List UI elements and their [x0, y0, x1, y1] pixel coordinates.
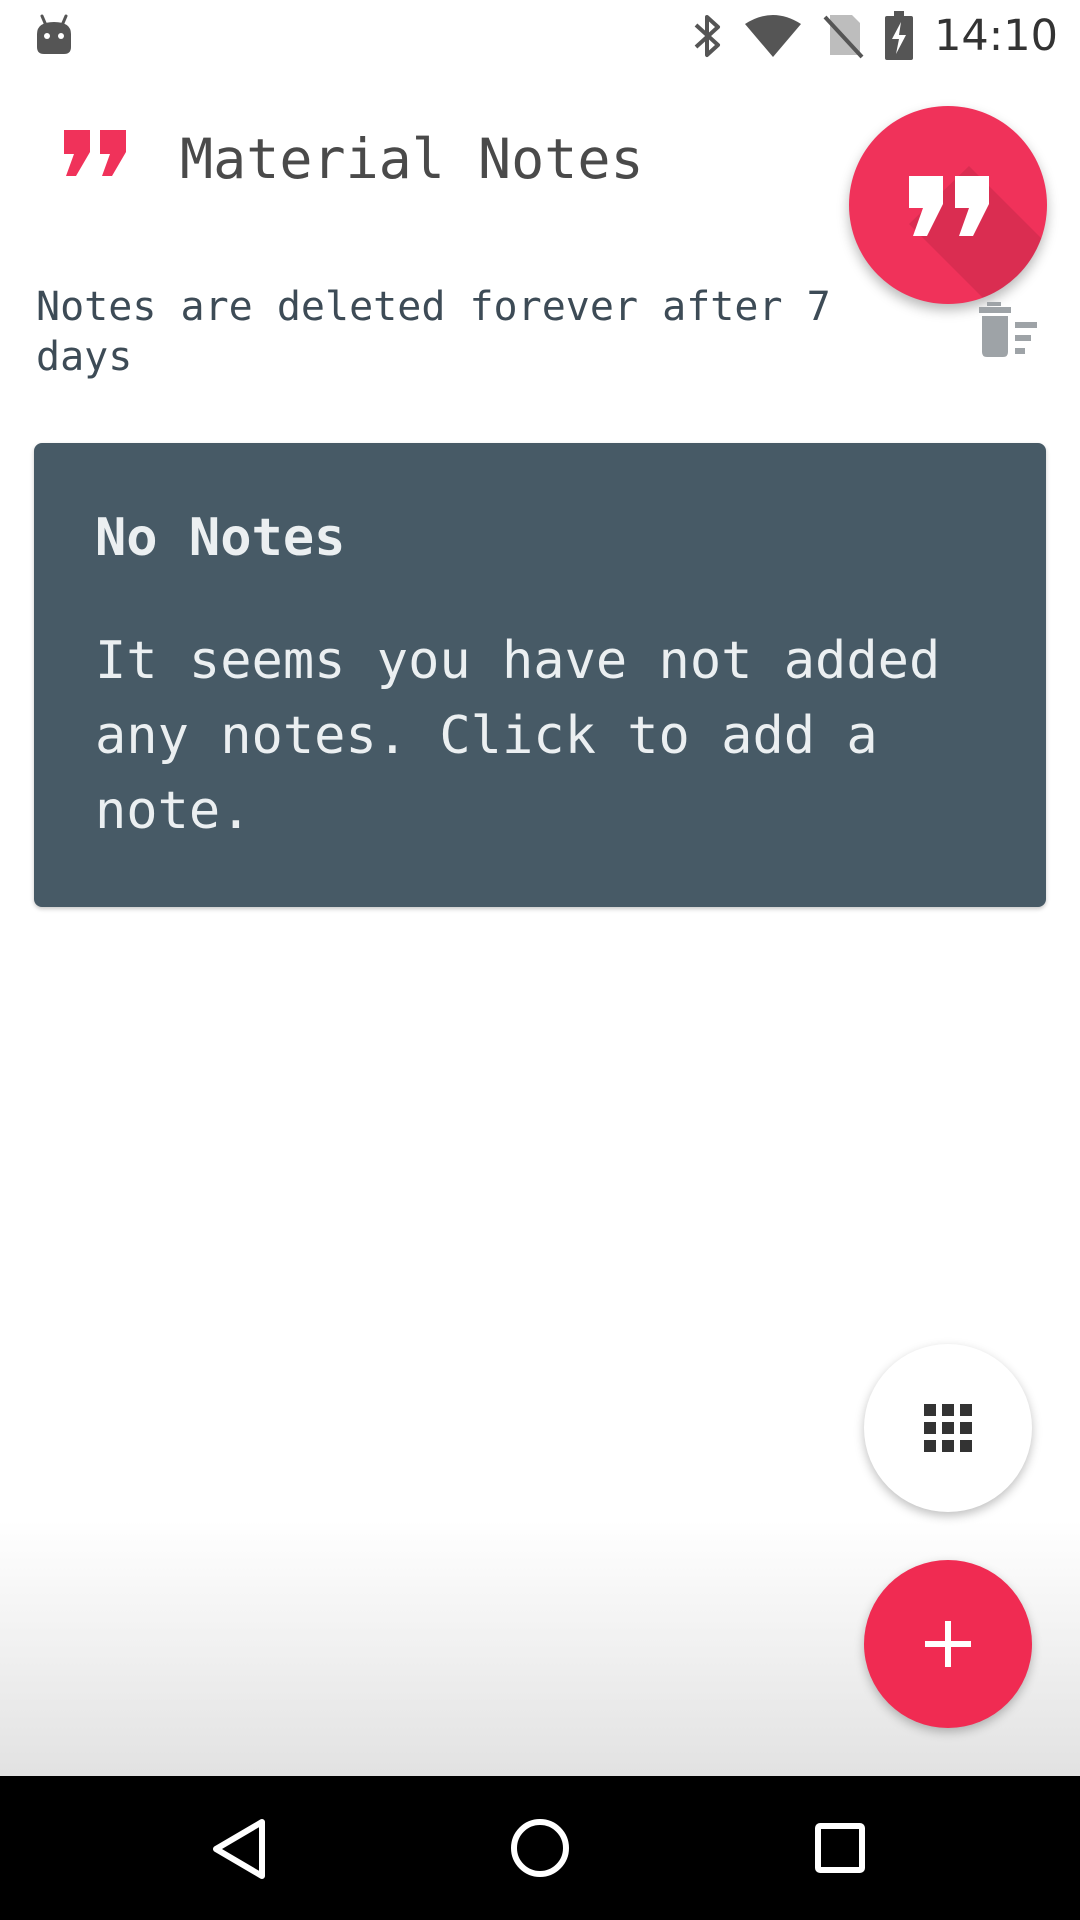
quote-fab-button[interactable]: [849, 106, 1047, 304]
quote-icon: [909, 176, 989, 236]
trash-sort-icon[interactable]: [977, 302, 1039, 358]
no-sim-icon: [823, 15, 864, 59]
wifi-icon: [745, 15, 802, 57]
recents-icon: [815, 1823, 865, 1873]
grid-view-button[interactable]: [864, 1344, 1032, 1512]
app-title: Material Notes: [180, 127, 644, 191]
nav-back-button[interactable]: [168, 1776, 312, 1920]
navigation-bar: [0, 1776, 1080, 1920]
empty-card-message: It seems you have not added any notes. C…: [95, 631, 941, 841]
nav-home-button[interactable]: [468, 1776, 612, 1920]
app-logo-quote-icon: [64, 130, 126, 176]
clock: 14:10: [934, 11, 1058, 61]
nav-recents-button[interactable]: [768, 1776, 912, 1920]
add-note-button[interactable]: [864, 1560, 1032, 1728]
empty-card-title: No Notes: [95, 508, 346, 568]
bluetooth-icon: [694, 15, 721, 57]
retention-info-text: Notes are deleted forever after 7 days: [36, 284, 831, 380]
status-bar: 14:10: [0, 0, 1080, 72]
plus-icon: [925, 1621, 971, 1667]
android-debug-icon: [37, 14, 71, 54]
battery-charging-icon: [885, 11, 914, 60]
home-icon: [511, 1819, 569, 1877]
empty-notes-card[interactable]: No Notes It seems you have not added any…: [34, 443, 1046, 907]
status-icons: 14:10: [692, 10, 1058, 62]
back-icon: [213, 1819, 265, 1879]
grid-icon: [924, 1404, 972, 1452]
